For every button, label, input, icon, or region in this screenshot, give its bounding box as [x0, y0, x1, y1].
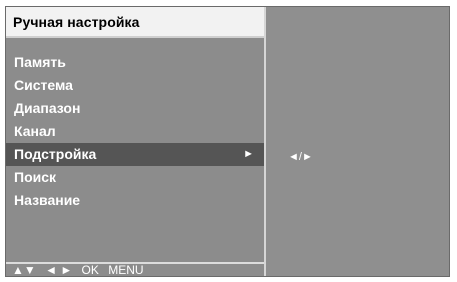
menu-item-label: Канал: [14, 123, 56, 139]
left-right-adjust-icon: ◄/►: [288, 151, 313, 163]
tv-osd-screen: Ручная настройка Память Система Диапазон…: [5, 6, 450, 277]
menu-item-fine-tune[interactable]: Подстройка ►: [6, 143, 264, 166]
menu-item-name[interactable]: Название: [6, 189, 264, 212]
up-down-arrows-icon: ▲▼: [12, 263, 36, 277]
menu-hint: MENU: [108, 263, 144, 277]
menu-title-bar: Ручная настройка: [6, 7, 264, 38]
adjustment-panel: ◄/►: [266, 7, 449, 276]
left-right-arrows-icon: ◄ ►: [45, 263, 73, 277]
menu-item-label: Поиск: [14, 169, 57, 185]
menu-item-system[interactable]: Система: [6, 74, 264, 97]
menu-item-band[interactable]: Диапазон: [6, 97, 264, 120]
menu-item-search[interactable]: Поиск: [6, 166, 264, 189]
right-arrow-icon: ►: [243, 148, 254, 160]
menu-item-label: Память: [14, 54, 66, 70]
menu-item-label: Подстройка: [14, 146, 97, 162]
menu-item-label: Система: [14, 77, 73, 93]
menu-item-label: Диапазон: [14, 100, 81, 116]
menu-title: Ручная настройка: [13, 14, 140, 30]
menu-list: Память Система Диапазон Канал Подстройка…: [6, 51, 264, 212]
menu-item-memory[interactable]: Память: [6, 51, 264, 74]
manual-tuning-menu: Ручная настройка Память Система Диапазон…: [6, 7, 264, 276]
ok-hint: OK: [81, 263, 99, 277]
navigation-hints: ▲▼ ◄ ► OK MENU: [12, 263, 150, 277]
menu-item-label: Название: [14, 192, 81, 208]
menu-item-channel[interactable]: Канал: [6, 120, 264, 143]
